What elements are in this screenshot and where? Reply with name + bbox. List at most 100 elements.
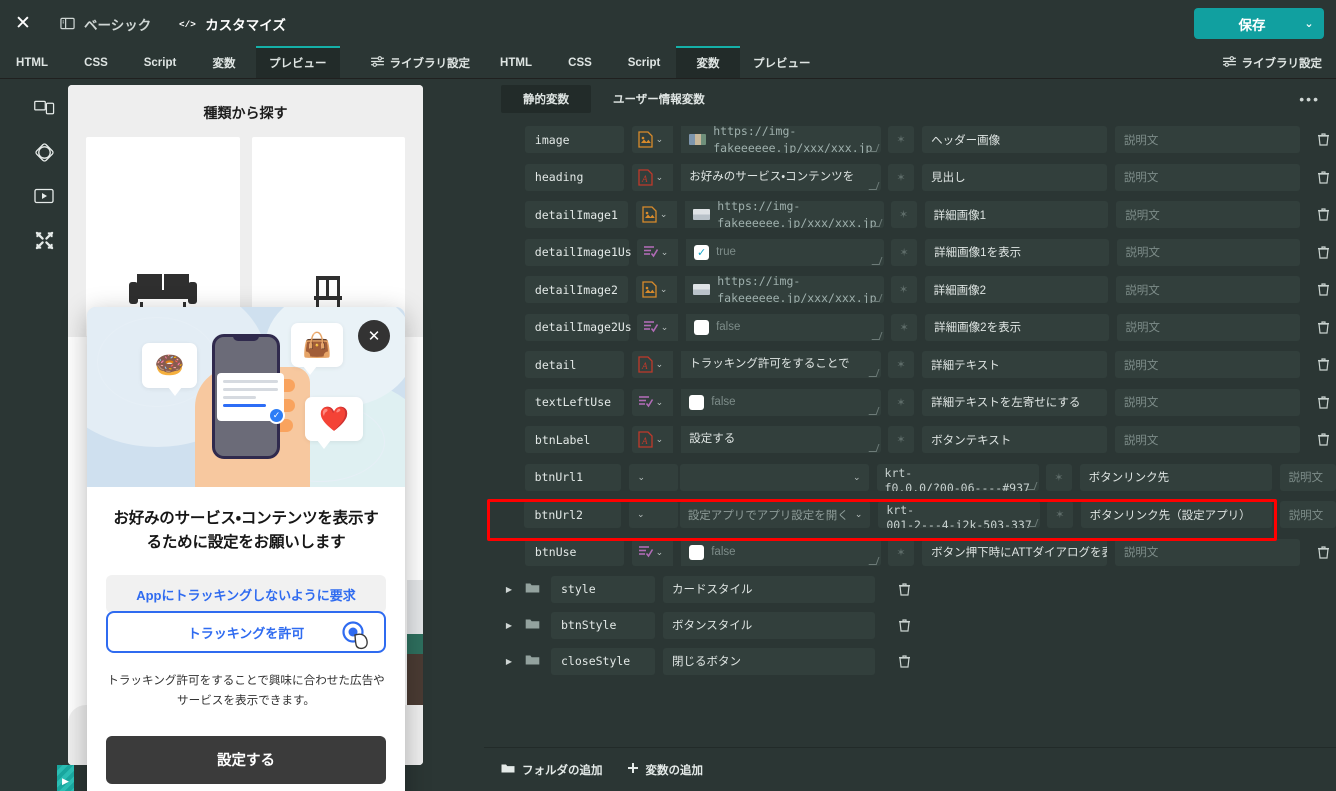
- variable-star-button[interactable]: ✶: [887, 538, 915, 566]
- variable-memo-input[interactable]: 説明文: [1116, 276, 1300, 304]
- resize-handle[interactable]: [868, 556, 880, 565]
- resize-handle[interactable]: [871, 331, 883, 340]
- variable-name-input[interactable]: detailImage1: [524, 201, 628, 229]
- left-library-settings-button[interactable]: ライブラリ設定: [357, 47, 485, 78]
- att-cta-button[interactable]: 設定する: [106, 735, 386, 784]
- variable-description-input[interactable]: 詳細画像2を表示: [925, 313, 1109, 341]
- variable-description-input[interactable]: 見出し: [922, 163, 1107, 191]
- tab-basic[interactable]: ベーシック: [46, 0, 165, 47]
- variable-star-button[interactable]: ✶: [887, 426, 915, 454]
- variable-checkbox[interactable]: [689, 394, 705, 410]
- variable-name-input[interactable]: btnUrl1: [524, 463, 622, 491]
- modal-close-button[interactable]: ✕: [358, 320, 390, 352]
- variable-memo-input[interactable]: 説明文: [1116, 238, 1300, 266]
- variable-value-input[interactable]: false: [681, 388, 881, 416]
- chevron-down-icon[interactable]: ⌄: [656, 359, 664, 370]
- variable-star-button[interactable]: ✶: [887, 126, 915, 154]
- folder-description-input[interactable]: 閉じるボタン: [663, 647, 875, 675]
- folder-description-input[interactable]: カードスタイル: [663, 575, 875, 603]
- variable-description-input[interactable]: 詳細テキストを左寄せにする: [922, 388, 1107, 416]
- chevron-down-icon[interactable]: ⌄: [660, 209, 668, 220]
- variable-memo-input[interactable]: 説明文: [1279, 501, 1336, 529]
- delete-folder-button[interactable]: [891, 654, 917, 668]
- delete-variable-button[interactable]: [1312, 133, 1336, 146]
- right-tab-html[interactable]: HTML: [484, 47, 548, 78]
- fullscreen-icon[interactable]: [29, 225, 59, 255]
- variable-memo-input[interactable]: 説明文: [1114, 538, 1300, 566]
- folder-name-input[interactable]: closeStyle: [551, 647, 655, 675]
- expand-folder-icon[interactable]: ▶: [501, 621, 517, 630]
- delete-variable-button[interactable]: [1312, 546, 1336, 559]
- folder-name-input[interactable]: btnStyle: [551, 611, 655, 639]
- variable-type-button[interactable]: ⌄: [636, 238, 679, 266]
- delete-folder-button[interactable]: [891, 582, 917, 596]
- left-tab-preview[interactable]: プレビュー: [256, 46, 340, 78]
- delete-folder-button[interactable]: [891, 618, 917, 632]
- variable-memo-input[interactable]: 説明文: [1114, 126, 1300, 154]
- variable-memo-input[interactable]: 説明文: [1114, 163, 1300, 191]
- save-button[interactable]: 保存 ⌄: [1194, 8, 1324, 39]
- variable-star-button[interactable]: ✶: [891, 313, 918, 341]
- variable-memo-input[interactable]: 説明文: [1279, 463, 1336, 491]
- variable-value-input[interactable]: https://img-fakeeeeee.jp/xxx/xxx.jpg: [681, 126, 881, 154]
- variable-name-input[interactable]: btnLabel: [524, 426, 624, 454]
- variable-memo-input[interactable]: 説明文: [1114, 426, 1300, 454]
- att-deny-option[interactable]: Appにトラッキングしないように要求: [106, 575, 386, 614]
- right-tab-variables[interactable]: 変数: [676, 46, 740, 78]
- more-options-icon[interactable]: •••: [1283, 92, 1336, 106]
- resize-handle[interactable]: [1026, 481, 1038, 490]
- variable-value-select[interactable]: 設定アプリでアプリ設定を開く ⌄: [679, 501, 871, 529]
- resize-handle[interactable]: [868, 444, 880, 453]
- variable-value-select[interactable]: ⌄: [680, 463, 869, 491]
- resize-handle[interactable]: [868, 181, 880, 190]
- chevron-down-icon[interactable]: ⌄: [1294, 17, 1324, 30]
- variable-value-input[interactable]: false: [681, 538, 881, 566]
- delete-variable-button[interactable]: [1312, 321, 1336, 334]
- variable-type-button[interactable]: ⌄: [631, 126, 674, 154]
- variable-memo-input[interactable]: 説明文: [1114, 351, 1300, 379]
- variable-type-select[interactable]: ⌄: [629, 501, 678, 529]
- device-icon[interactable]: [29, 93, 59, 123]
- variable-type-button[interactable]: A ⌄: [631, 426, 674, 454]
- variable-description-input[interactable]: 詳細画像1: [924, 201, 1109, 229]
- expand-folder-icon[interactable]: ▶: [501, 657, 517, 666]
- variable-value-input[interactable]: false: [686, 313, 885, 341]
- variable-checkbox[interactable]: [694, 319, 710, 335]
- add-variable-button[interactable]: 変数の追加: [627, 762, 703, 778]
- play-icon[interactable]: [29, 181, 59, 211]
- variable-name-input[interactable]: detail: [524, 351, 624, 379]
- variable-star-button[interactable]: ✶: [891, 238, 918, 266]
- variable-star-button[interactable]: ✶: [890, 276, 917, 304]
- variable-name-input[interactable]: detailImage2: [524, 276, 628, 304]
- variable-memo-input[interactable]: 説明文: [1116, 201, 1300, 229]
- chevron-down-icon[interactable]: ⌄: [661, 247, 669, 258]
- resize-handle[interactable]: [871, 219, 883, 228]
- variable-checkbox[interactable]: [689, 544, 705, 560]
- variable-memo-input[interactable]: 説明文: [1116, 313, 1300, 341]
- segment-static-variables[interactable]: 静的変数: [501, 85, 591, 113]
- variable-value-input[interactable]: 設定する: [681, 426, 881, 454]
- variable-value-input[interactable]: https://img-fakeeeeee.jp/xxx/xxx.jpg: [685, 201, 884, 229]
- delete-variable-button[interactable]: [1312, 396, 1336, 409]
- close-editor-button[interactable]: ✕: [0, 0, 46, 47]
- variable-value-input[interactable]: お好みのサービス・コンテンツを: [681, 163, 881, 191]
- variable-type-button[interactable]: A ⌄: [631, 351, 674, 379]
- right-tab-script[interactable]: Script: [612, 47, 676, 78]
- right-library-settings-button[interactable]: ライブラリ設定: [1209, 47, 1336, 78]
- resize-handle[interactable]: [868, 144, 880, 153]
- left-tab-script[interactable]: Script: [128, 47, 192, 78]
- folder-description-input[interactable]: ボタンスタイル: [663, 611, 875, 639]
- variable-name-input[interactable]: heading: [524, 163, 624, 191]
- rotate-icon[interactable]: [29, 137, 59, 167]
- variable-description-input[interactable]: 詳細テキスト: [922, 351, 1107, 379]
- variable-name-input[interactable]: detailImage2Us: [524, 313, 632, 341]
- variable-memo-input[interactable]: 説明文: [1114, 388, 1300, 416]
- variable-star-button[interactable]: ✶: [887, 388, 915, 416]
- preview-expand-handle[interactable]: ▶: [57, 765, 74, 791]
- variable-description-input[interactable]: 詳細画像2: [924, 276, 1109, 304]
- resize-handle[interactable]: [871, 294, 883, 303]
- segment-user-variables[interactable]: ユーザー情報変数: [591, 85, 727, 113]
- right-tab-css[interactable]: CSS: [548, 47, 612, 78]
- delete-variable-button[interactable]: [1312, 283, 1336, 296]
- chevron-down-icon[interactable]: ⌄: [661, 322, 669, 333]
